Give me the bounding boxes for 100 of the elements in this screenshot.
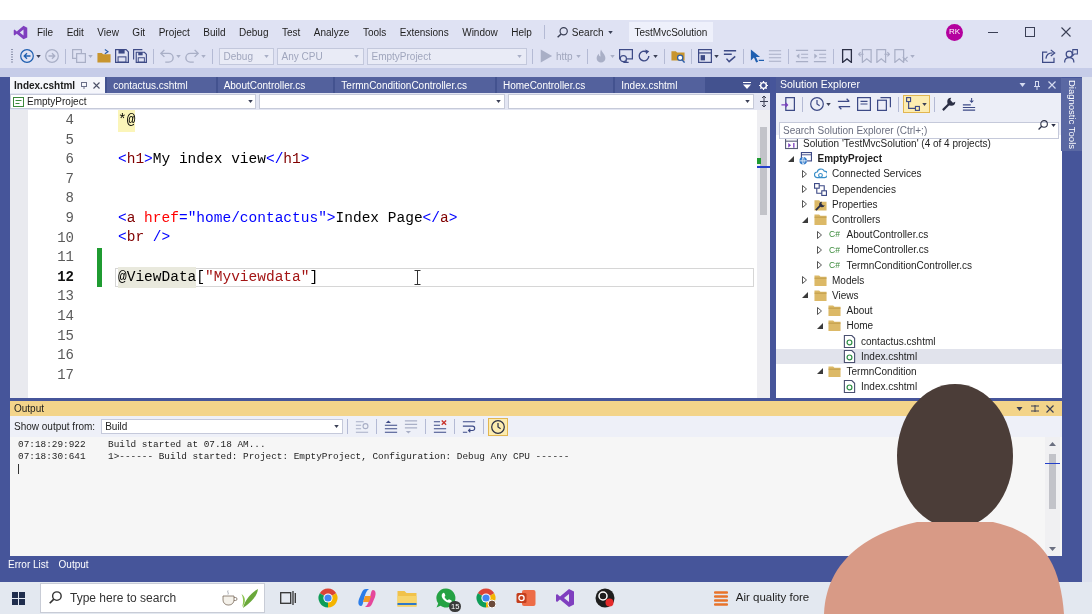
- expander-icon[interactable]: [802, 169, 807, 178]
- sync-button[interactable]: [778, 95, 798, 113]
- menu-item[interactable]: View: [97, 24, 119, 40]
- menu-item[interactable]: Test: [282, 24, 301, 40]
- caret-icon[interactable]: [652, 54, 658, 58]
- dock-icon[interactable]: [1031, 405, 1039, 412]
- menu-item[interactable]: Extensions: [399, 24, 449, 40]
- editor-tab[interactable]: Index.cshtml: [10, 77, 106, 93]
- settings-icon[interactable]: [759, 80, 768, 90]
- back-arrow-icon[interactable]: [20, 49, 34, 63]
- tree-item[interactable]: TermnCondition: [776, 363, 1062, 379]
- tree-item[interactable]: C# TermnConditionController.cs: [776, 257, 1062, 273]
- record-icon[interactable]: [594, 588, 615, 608]
- caret-icon[interactable]: [36, 54, 41, 58]
- menu-item[interactable]: Project: [158, 24, 190, 40]
- panel-tab[interactable]: Output: [58, 557, 89, 572]
- folder-search-icon[interactable]: [670, 49, 685, 63]
- task-view-icon[interactable]: [280, 590, 296, 606]
- maximize-icon[interactable]: [1025, 27, 1035, 37]
- monitor-icon[interactable]: [618, 49, 633, 63]
- editor-tab[interactable]: AboutController.cs: [217, 77, 334, 93]
- expander-icon[interactable]: [816, 368, 823, 375]
- account-initials[interactable]: RK: [946, 23, 963, 41]
- tree-item[interactable]: Models: [776, 272, 1062, 288]
- folder-icon[interactable]: [396, 589, 417, 607]
- check-lines-icon[interactable]: [722, 49, 737, 63]
- expander-icon[interactable]: [802, 200, 807, 209]
- taskbar-search-field[interactable]: Type here to search: [40, 583, 265, 613]
- expander-icon[interactable]: [802, 185, 807, 194]
- grip-handle[interactable]: [11, 49, 13, 63]
- expander-icon[interactable]: [802, 276, 807, 285]
- chat-bubble-icon[interactable]: [436, 588, 457, 608]
- tree-item[interactable]: Views: [776, 287, 1062, 304]
- menu-item[interactable]: Window: [462, 24, 498, 40]
- menu-item[interactable]: Tools: [362, 24, 387, 40]
- slides-icon[interactable]: [515, 588, 536, 608]
- tree-item[interactable]: C# AboutController.cs: [776, 227, 1062, 243]
- close-icon[interactable]: [1061, 27, 1071, 37]
- caret-icon[interactable]: [1051, 123, 1056, 127]
- tree-item[interactable]: Properties: [776, 196, 1062, 212]
- minimize-icon[interactable]: [988, 31, 998, 33]
- expander-icon[interactable]: [802, 292, 808, 299]
- menu-item[interactable]: File: [37, 24, 54, 40]
- collapse-all-button[interactable]: [854, 95, 874, 113]
- split-window-icon[interactable]: [760, 96, 768, 107]
- pin-icon[interactable]: [1034, 80, 1040, 90]
- open-folder-icon[interactable]: [97, 49, 111, 63]
- panel-tab[interactable]: Error List: [8, 557, 49, 572]
- menu-item[interactable]: Debug: [239, 24, 269, 40]
- editor-scrollbar[interactable]: [757, 110, 770, 398]
- menu-item[interactable]: Edit: [66, 24, 84, 40]
- caret-icon[interactable]: [1016, 406, 1023, 411]
- menu-item[interactable]: Git: [132, 24, 146, 40]
- copy-button[interactable]: [874, 95, 894, 113]
- bookmark-icon[interactable]: [839, 49, 854, 63]
- person-bubble-icon[interactable]: [1064, 49, 1078, 63]
- tree-item[interactable]: C# HomeController.cs: [776, 242, 1062, 258]
- close-icon[interactable]: [1046, 404, 1054, 413]
- project-dropdown[interactable]: EmptyProject: [10, 94, 256, 109]
- expander-icon[interactable]: [816, 322, 823, 329]
- expander-icon[interactable]: [816, 245, 822, 254]
- tree-view-button[interactable]: [903, 95, 930, 113]
- tree-item[interactable]: Index.cshtml: [776, 379, 1062, 395]
- output-scrollbar[interactable]: [1045, 437, 1060, 556]
- tree-item[interactable]: About: [776, 303, 1062, 319]
- editor-tab[interactable]: HomeController.cs: [496, 77, 614, 93]
- expander-icon[interactable]: [787, 155, 794, 162]
- share-icon[interactable]: [1042, 49, 1056, 63]
- blob-logo-icon[interactable]: [357, 588, 378, 608]
- expander-icon[interactable]: [816, 306, 822, 315]
- save-all-icon[interactable]: [133, 49, 147, 63]
- tree-item[interactable]: Controllers: [776, 211, 1062, 228]
- editor-tab[interactable]: Index.cshtml: [615, 77, 706, 93]
- pointer-icon[interactable]: [749, 49, 764, 63]
- scrollbar-thumb[interactable]: [1049, 454, 1056, 509]
- output-source-dropdown[interactable]: Build: [101, 419, 344, 434]
- search-button[interactable]: Search: [554, 22, 615, 42]
- tree-item[interactable]: EmptyProject: [776, 151, 1062, 167]
- scroll-down-icon[interactable]: [1049, 547, 1056, 551]
- window-icon[interactable]: [697, 49, 712, 63]
- pin-icon[interactable]: [81, 81, 88, 89]
- caret-icon[interactable]: [713, 54, 719, 58]
- tree-item[interactable]: Solution 'TestMvcSolution' (4 of 4 projects): [776, 136, 1062, 152]
- tree-item[interactable]: Home: [776, 318, 1062, 334]
- expander-icon[interactable]: [816, 230, 822, 239]
- tree-item[interactable]: Dependencies: [776, 181, 1062, 197]
- browser-icon[interactable]: [475, 588, 496, 608]
- menu-item[interactable]: Help: [511, 24, 532, 40]
- close-icon[interactable]: [93, 81, 101, 89]
- refresh-icon[interactable]: [636, 49, 651, 63]
- tree-item[interactable]: contactus.cshtml: [776, 333, 1062, 349]
- scrollbar-thumb[interactable]: [760, 127, 767, 215]
- search-field[interactable]: Search Solution Explorer (Ctrl+;): [779, 121, 1059, 139]
- tree-item[interactable]: Connected Services: [776, 166, 1062, 182]
- browser-icon[interactable]: [317, 588, 338, 608]
- menu-item[interactable]: Analyze: [313, 24, 350, 40]
- weather-text[interactable]: Air quality fore: [735, 589, 810, 607]
- tab-list-icon[interactable]: [743, 81, 751, 89]
- editor-tab[interactable]: TermnConditionController.cs: [335, 77, 495, 93]
- scroll-up-icon[interactable]: [1049, 442, 1056, 446]
